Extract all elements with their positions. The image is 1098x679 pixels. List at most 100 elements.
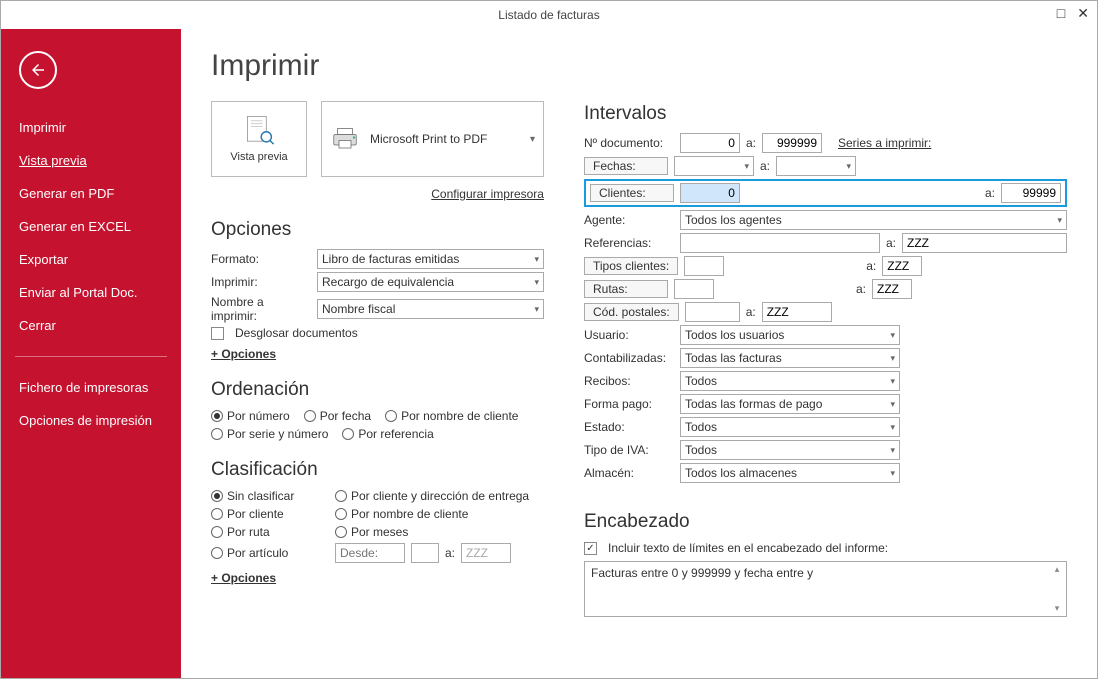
- contabilizadas-select[interactable]: Todas las facturas▾: [680, 348, 900, 368]
- clientes-to-input[interactable]: [1001, 183, 1061, 203]
- sidebar-item-fichero-impresoras[interactable]: Fichero de impresoras: [1, 371, 181, 404]
- almacen-label: Almacén:: [584, 466, 674, 480]
- orden-por-numero-radio[interactable]: Por número: [211, 409, 290, 423]
- clas-desde-input[interactable]: [335, 543, 405, 563]
- recibos-select[interactable]: Todos▾: [680, 371, 900, 391]
- orden-por-serie-radio[interactable]: Por serie y número: [211, 427, 328, 441]
- tipos-clientes-button[interactable]: Tipos clientes:: [584, 257, 678, 275]
- encabezado-text: Facturas entre 0 y 999999 y fecha entre …: [591, 566, 813, 580]
- desglosar-checkbox[interactable]: [211, 327, 224, 340]
- forma-pago-select[interactable]: Todas las formas de pago▾: [680, 394, 900, 414]
- fecha-from-dd[interactable]: ▾: [674, 156, 754, 176]
- scroll-down-icon[interactable]: ▾: [1050, 603, 1064, 614]
- clas-cliente-radio[interactable]: Por cliente: [211, 507, 335, 521]
- ndoc-to-input[interactable]: [762, 133, 822, 153]
- cod-postales-button[interactable]: Cód. postales:: [584, 303, 679, 321]
- incluir-texto-label: Incluir texto de límites en el encabezad…: [608, 541, 888, 555]
- usuario-select[interactable]: Todos los usuarios▾: [680, 325, 900, 345]
- imprimir-label: Imprimir:: [211, 275, 311, 289]
- mas-opciones-link[interactable]: + Opciones: [211, 347, 276, 361]
- clientes-from-input[interactable]: [680, 183, 740, 203]
- cod-to-input[interactable]: [762, 302, 832, 322]
- estado-select[interactable]: Todos▾: [680, 417, 900, 437]
- usuario-label: Usuario:: [584, 328, 674, 342]
- sidebar-item-exportar[interactable]: Exportar: [1, 243, 181, 276]
- forma-pago-label: Forma pago:: [584, 397, 674, 411]
- sidebar-item-enviar-portal[interactable]: Enviar al Portal Doc.: [1, 276, 181, 309]
- left-column: Imprimir: [211, 37, 544, 668]
- agente-select[interactable]: Todos los agentes▾: [680, 210, 1067, 230]
- series-imprimir-link[interactable]: Series a imprimir:: [838, 136, 931, 150]
- printer-selector[interactable]: Microsoft Print to PDF ▾: [321, 101, 544, 177]
- nombre-label: Nombre a imprimir:: [211, 295, 311, 323]
- main-content: Imprimir: [181, 29, 1097, 678]
- right-column: Intervalos Nº documento: a: Series a imp…: [584, 37, 1067, 668]
- clas-cliente-direccion-radio[interactable]: Por cliente y dirección de entrega: [335, 489, 544, 503]
- window-title: Listado de facturas: [498, 8, 599, 22]
- sidebar-item-generar-excel[interactable]: Generar en EXCEL: [1, 210, 181, 243]
- printer-name: Microsoft Print to PDF: [370, 132, 487, 146]
- back-button[interactable]: [19, 51, 57, 89]
- sidebar-item-cerrar[interactable]: Cerrar: [1, 309, 181, 342]
- rutas-button[interactable]: Rutas:: [584, 280, 668, 298]
- chevron-down-icon: ▾: [534, 277, 539, 288]
- fecha-to-dd[interactable]: ▾: [776, 156, 856, 176]
- printer-icon: [330, 126, 360, 152]
- agente-label: Agente:: [584, 213, 674, 227]
- fechas-button[interactable]: Fechas:: [584, 157, 668, 175]
- sidebar-item-imprimir[interactable]: Imprimir: [1, 111, 181, 144]
- encabezado-textarea[interactable]: Facturas entre 0 y 999999 y fecha entre …: [584, 561, 1067, 617]
- ndoc-label: Nº documento:: [584, 136, 674, 150]
- clas-sin-clasificar-radio[interactable]: Sin clasificar: [211, 489, 335, 503]
- clas-desde-extra-input[interactable]: [411, 543, 439, 563]
- clas-meses-radio[interactable]: Por meses: [335, 525, 544, 539]
- nombre-select[interactable]: Nombre fiscal▾: [317, 299, 544, 319]
- clas-mas-opciones-link[interactable]: + Opciones: [211, 571, 276, 585]
- sidebar-item-vista-previa[interactable]: Vista previa: [1, 144, 181, 177]
- orden-por-fecha-radio[interactable]: Por fecha: [304, 409, 371, 423]
- maximize-icon[interactable]: □: [1057, 5, 1065, 22]
- incluir-texto-checkbox[interactable]: ✓: [584, 542, 597, 555]
- recibos-label: Recibos:: [584, 374, 674, 388]
- clas-articulo-radio[interactable]: Por artículo: [211, 546, 335, 560]
- clas-nombre-cliente-radio[interactable]: Por nombre de cliente: [335, 507, 544, 521]
- vista-previa-label: Vista previa: [230, 151, 287, 163]
- formato-label: Formato:: [211, 252, 311, 266]
- sidebar: Imprimir Vista previa Generar en PDF Gen…: [1, 29, 181, 678]
- formato-select[interactable]: Libro de facturas emitidas▾: [317, 249, 544, 269]
- clientes-highlight-box: Clientes: a:: [584, 179, 1067, 207]
- textarea-scroll: ▴ ▾: [1050, 564, 1064, 614]
- rutas-to-input[interactable]: [872, 279, 912, 299]
- orden-por-referencia-radio[interactable]: Por referencia: [342, 427, 433, 441]
- chevron-down-icon: ▾: [534, 304, 539, 315]
- clientes-button[interactable]: Clientes:: [590, 184, 674, 202]
- rutas-from-input[interactable]: [674, 279, 714, 299]
- tipos-to-input[interactable]: [882, 256, 922, 276]
- opciones-heading: Opciones: [211, 219, 544, 241]
- sidebar-separator: [15, 356, 167, 357]
- clas-a-label: a:: [445, 546, 455, 560]
- clas-a-input[interactable]: [461, 543, 511, 563]
- chevron-down-icon: ▾: [530, 134, 535, 145]
- tipo-iva-select[interactable]: Todos▾: [680, 440, 900, 460]
- referencias-label: Referencias:: [584, 236, 674, 250]
- vista-previa-button[interactable]: Vista previa: [211, 101, 307, 177]
- configurar-impresora-link[interactable]: Configurar impresora: [431, 187, 544, 201]
- ordenacion-heading: Ordenación: [211, 379, 544, 401]
- clasificacion-heading: Clasificación: [211, 459, 544, 481]
- chevron-down-icon: ▾: [534, 254, 539, 265]
- clas-ruta-radio[interactable]: Por ruta: [211, 525, 335, 539]
- tipos-from-input[interactable]: [684, 256, 724, 276]
- page-heading: Imprimir: [211, 49, 544, 83]
- sidebar-item-opciones-impresion[interactable]: Opciones de impresión: [1, 404, 181, 437]
- cod-from-input[interactable]: [685, 302, 740, 322]
- imprimir-select[interactable]: Recargo de equivalencia▾: [317, 272, 544, 292]
- almacen-select[interactable]: Todos los almacenes▾: [680, 463, 900, 483]
- orden-por-nombre-radio[interactable]: Por nombre de cliente: [385, 409, 518, 423]
- referencias-to-input[interactable]: [902, 233, 1067, 253]
- sidebar-item-generar-pdf[interactable]: Generar en PDF: [1, 177, 181, 210]
- ndoc-from-input[interactable]: [680, 133, 740, 153]
- referencias-from-input[interactable]: [680, 233, 880, 253]
- scroll-up-icon[interactable]: ▴: [1050, 564, 1064, 575]
- close-icon[interactable]: ✕: [1077, 5, 1089, 22]
